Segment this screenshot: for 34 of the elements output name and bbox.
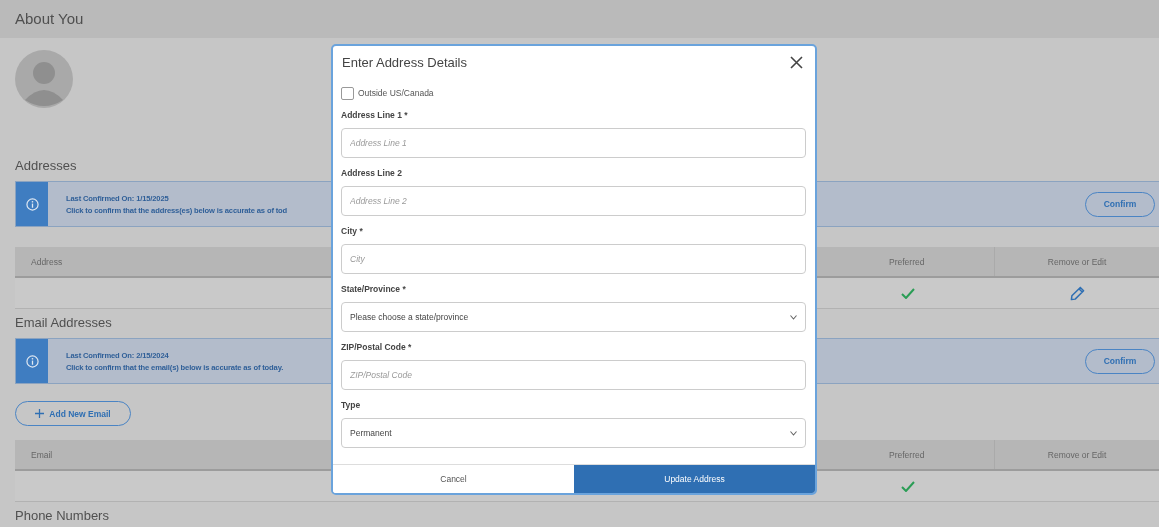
- select-field[interactable]: Please choose a state/province: [341, 302, 806, 332]
- checkbox-label: Outside US/Canada: [358, 88, 434, 98]
- chevron-down-icon: [790, 430, 797, 436]
- field-label: ZIP/Postal Code *: [341, 342, 412, 354]
- select-field[interactable]: Permanent: [341, 418, 806, 448]
- column-header: Preferred: [889, 449, 925, 460]
- chevron-down-icon: [790, 314, 797, 320]
- field-label: City *: [341, 226, 363, 238]
- column-header: Remove or Edit: [1047, 449, 1107, 460]
- column-header: Address: [31, 256, 63, 267]
- input-field[interactable]: Address Line 1: [341, 128, 806, 158]
- pencil-icon[interactable]: [1069, 285, 1085, 301]
- section-heading: Email Addresses: [15, 314, 112, 333]
- field-label: Address Line 2: [341, 168, 402, 180]
- plus-icon: [35, 409, 45, 418]
- close-icon[interactable]: [790, 55, 803, 69]
- column-header: Email: [31, 449, 53, 460]
- section-heading: Phone Numbers: [15, 507, 109, 525]
- field-label: State/Province *: [341, 284, 406, 296]
- input-field[interactable]: ZIP/Postal Code: [341, 360, 806, 390]
- page-title: About You: [15, 10, 84, 28]
- update-address-button[interactable]: Update Address: [574, 465, 815, 493]
- input-field[interactable]: Address Line 2: [341, 186, 806, 216]
- info-icon: [25, 197, 39, 211]
- checkbox[interactable]: [341, 86, 354, 100]
- column-header: Preferred: [889, 256, 925, 267]
- dialog-title: Enter Address Details: [342, 54, 467, 70]
- info-icon: [25, 354, 39, 368]
- section-heading: Addresses: [15, 157, 77, 176]
- field-label: Type: [341, 400, 361, 412]
- field-label: Address Line 1 *: [341, 110, 408, 122]
- column-header: Remove or Edit: [1047, 256, 1107, 267]
- avatar-icon: [15, 49, 73, 108]
- input-field[interactable]: City: [341, 244, 806, 274]
